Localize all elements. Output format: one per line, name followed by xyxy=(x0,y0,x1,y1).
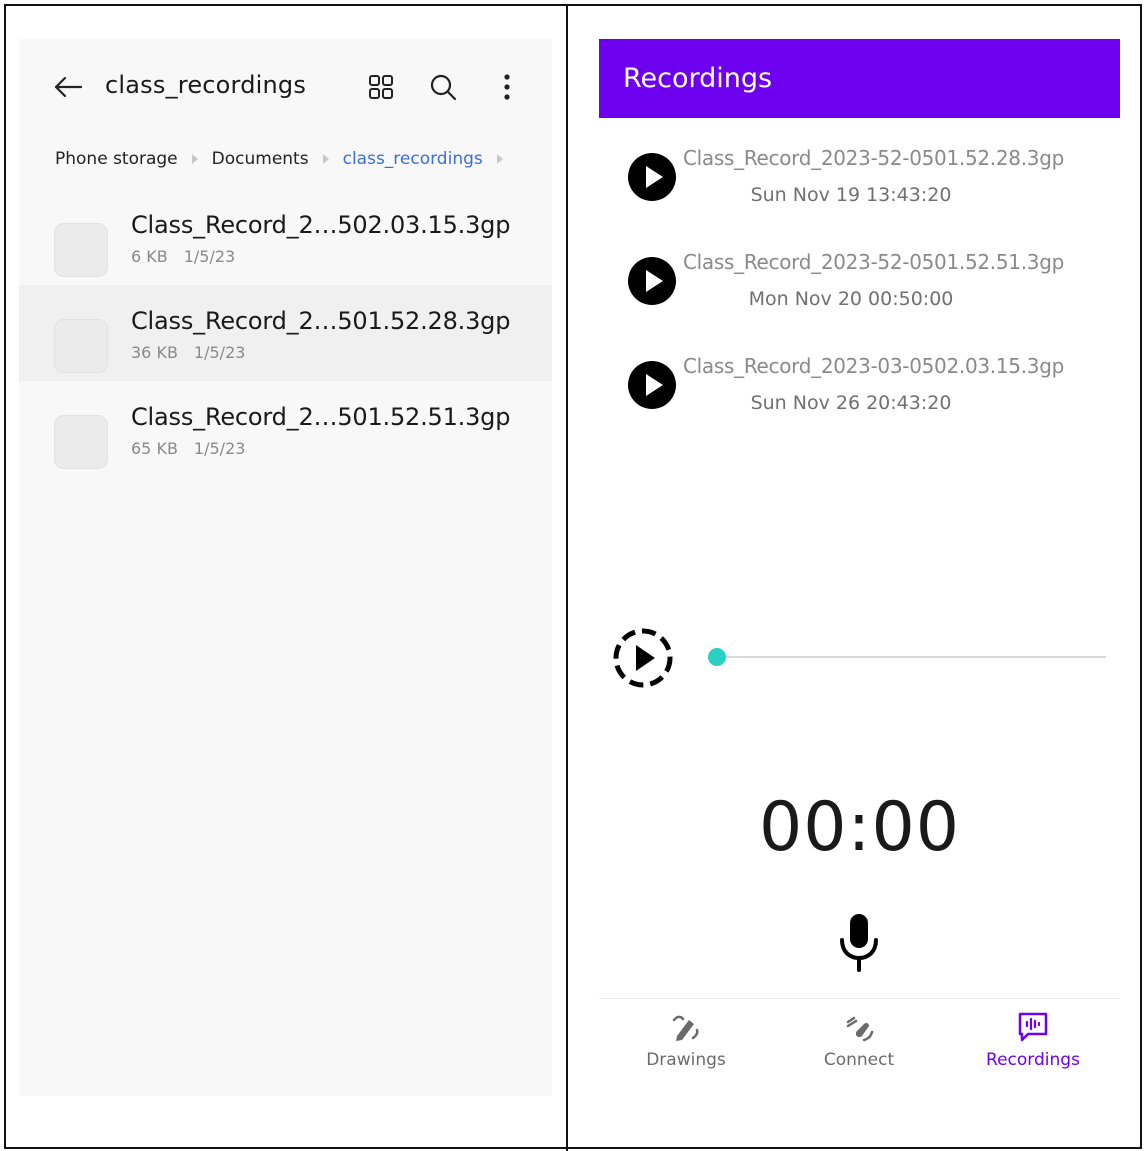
file-size: 65 KB xyxy=(131,439,178,458)
file-thumbnail xyxy=(54,319,108,373)
play-pause-icon[interactable] xyxy=(612,627,674,689)
nav-label: Connect xyxy=(823,1050,895,1070)
microphone-icon[interactable] xyxy=(836,912,882,972)
file-meta: 65 KB 1/5/23 xyxy=(131,439,245,458)
play-icon[interactable] xyxy=(627,360,677,410)
bottom-nav-divider xyxy=(599,998,1120,999)
breadcrumb-chevron-icon xyxy=(322,154,329,164)
grid-view-icon[interactable] xyxy=(367,73,395,101)
breadcrumb-chevron-icon xyxy=(496,154,503,164)
file-date: 1/5/23 xyxy=(193,343,246,362)
drawings-icon xyxy=(672,1015,699,1041)
more-vertical-icon[interactable] xyxy=(493,73,521,101)
timer-display: 00:00 xyxy=(759,788,960,867)
file-name: Class_Record_2…501.52.51.3gp xyxy=(131,403,511,431)
app-title: Recordings xyxy=(623,63,773,94)
recording-name: Class_Record_2023-03-0502.03.15.3gp xyxy=(683,354,1064,378)
file-row[interactable]: Class_Record_2…502.03.15.3gp 6 KB 1/5/23 xyxy=(19,189,552,285)
play-icon[interactable] xyxy=(627,152,677,202)
seek-thumb[interactable] xyxy=(708,648,726,666)
recording-date: Sun Nov 26 20:43:20 xyxy=(750,392,952,414)
nav-drawings[interactable]: Drawings xyxy=(611,1010,761,1080)
recording-item[interactable]: Class_Record_2023-52-0501.52.51.3gp Mon … xyxy=(599,242,1120,346)
file-size: 6 KB xyxy=(131,247,168,266)
file-manager-screen: class_recordings Phone storage Documents… xyxy=(19,39,552,1096)
file-meta: 36 KB 1/5/23 xyxy=(131,343,245,362)
file-row[interactable]: Class_Record_2…501.52.28.3gp 36 KB 1/5/23 xyxy=(19,285,552,381)
nav-connect[interactable]: Connect xyxy=(784,1010,934,1080)
connect-icon xyxy=(846,1016,874,1042)
back-arrow-icon[interactable] xyxy=(53,75,83,99)
play-icon[interactable] xyxy=(627,256,677,306)
recording-item[interactable]: Class_Record_2023-03-0502.03.15.3gp Sun … xyxy=(599,346,1120,450)
recording-date: Mon Nov 20 00:50:00 xyxy=(748,288,954,310)
file-thumbnail xyxy=(54,223,108,277)
file-date: 1/5/23 xyxy=(193,439,246,458)
breadcrumb-class-recordings[interactable]: class_recordings xyxy=(343,149,483,169)
recording-name: Class_Record_2023-52-0501.52.28.3gp xyxy=(683,146,1064,170)
file-thumbnail xyxy=(54,415,108,469)
file-manager-topbar: class_recordings xyxy=(19,39,552,135)
nav-recordings[interactable]: Recordings xyxy=(958,1010,1108,1080)
breadcrumb-documents[interactable]: Documents xyxy=(212,149,309,169)
breadcrumb: Phone storage Documents class_recordings xyxy=(55,147,517,171)
file-row[interactable]: Class_Record_2…501.52.51.3gp 65 KB 1/5/23 xyxy=(19,381,552,477)
recording-item[interactable]: Class_Record_2023-52-0501.52.28.3gp Sun … xyxy=(599,138,1120,242)
panel-divider xyxy=(566,4,568,1151)
app-header: Recordings xyxy=(599,39,1120,118)
folder-title: class_recordings xyxy=(105,71,307,99)
seek-track[interactable] xyxy=(717,656,1106,658)
breadcrumb-chevron-icon xyxy=(191,154,198,164)
breadcrumb-phone-storage[interactable]: Phone storage xyxy=(55,149,178,169)
recordings-icon xyxy=(1018,1012,1048,1042)
file-name: Class_Record_2…501.52.28.3gp xyxy=(131,307,511,335)
recording-date: Sun Nov 19 13:43:20 xyxy=(750,184,952,206)
file-meta: 6 KB 1/5/23 xyxy=(131,247,235,266)
file-size: 36 KB xyxy=(131,343,178,362)
file-date: 1/5/23 xyxy=(183,247,236,266)
file-name: Class_Record_2…502.03.15.3gp xyxy=(131,211,511,239)
search-icon[interactable] xyxy=(429,73,457,101)
nav-label: Recordings xyxy=(986,1050,1080,1070)
recording-name: Class_Record_2023-52-0501.52.51.3gp xyxy=(683,250,1064,274)
nav-label: Drawings xyxy=(646,1050,726,1070)
